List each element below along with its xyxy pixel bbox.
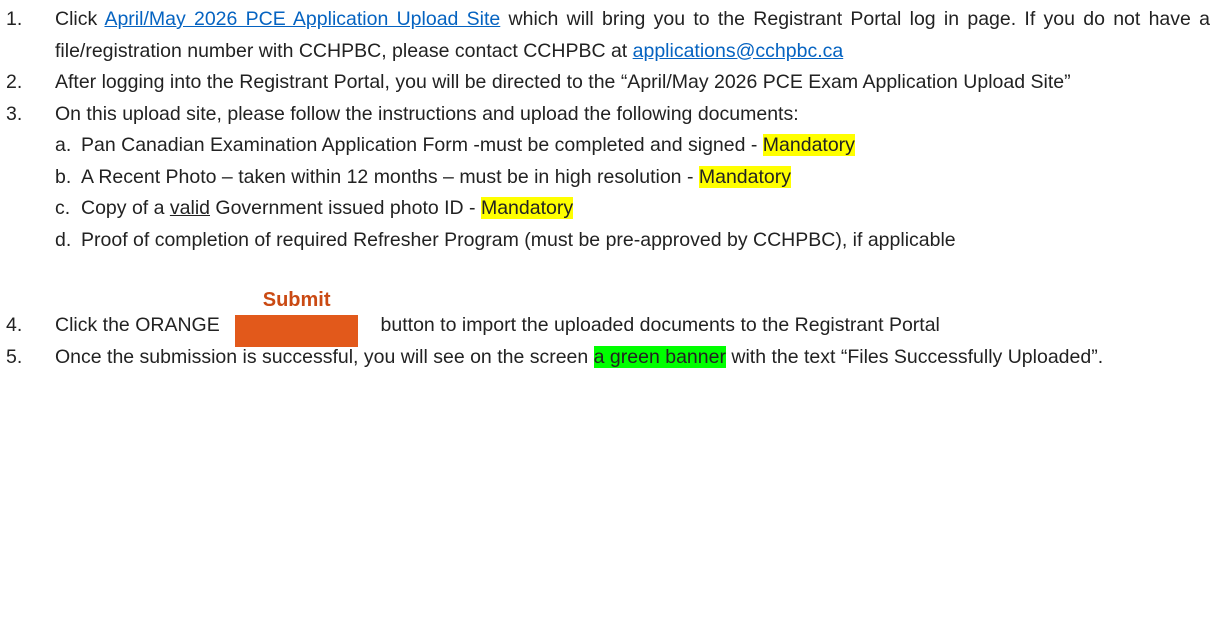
step-3-sub-a: a. Pan Canadian Examination Application F… [0,130,1210,162]
step-4: 4. Click the ORANGE Submit button to impo… [0,285,1210,347]
step-5-pre: Once the submission is successful, you w… [55,345,594,368]
mandatory-badge: Mandatory [698,165,791,188]
step-1: 1. Click April/May 2026 PCE Application U… [0,4,1210,67]
submit-button-label: Submit [235,285,359,315]
step-5: 5. Once the submission is successful, you… [0,342,1210,374]
sub-c-underlined: valid [169,197,210,219]
email-link[interactable]: applications@cchpbc.ca [633,40,844,62]
step-4-pre: Click the ORANGE [55,314,226,336]
sub-d-text: Proof of completion of required Refreshe… [81,228,956,251]
step-4-post: button to import the uploaded documents … [375,314,940,336]
sub-letter: d. [55,228,72,251]
upload-site-link[interactable]: April/May 2026 PCE Application Upload Si… [104,8,500,30]
step-1-pre: Click [55,8,105,30]
step-number: 5. [6,345,23,368]
sub-letter: c. [55,197,71,219]
step-3-sub-c: c. Copy of a valid Government issued phot… [0,193,1210,225]
step-5-post: with the text “Files Successfully Upload… [725,345,1104,368]
step-number: 1. [6,8,23,30]
step-number: 4. [6,314,23,336]
sub-a-text: Pan Canadian Examination Application For… [81,134,763,156]
mandatory-badge: Mandatory [762,134,855,156]
sub-letter: a. [55,134,72,156]
green-banner-highlight: a green banner [593,345,726,368]
step-2: 2. After logging into the Registrant Port… [0,67,1210,99]
mandatory-badge: Mandatory [480,197,574,219]
submit-slot: Submit [225,285,375,347]
step-number: 3. [6,102,23,125]
instructions-document: 1. Click April/May 2026 PCE Application U… [0,4,1210,373]
step-3-sub-d: d. Proof of completion of required Refres… [0,225,1210,257]
sub-c-post: Government issued photo ID - [210,197,481,219]
step-3: 3. On this upload site, please follow the… [0,99,1210,131]
sub-letter: b. [55,165,72,188]
step-number: 2. [6,71,23,93]
sub-c-pre: Copy of a [81,197,170,219]
submit-button[interactable]: Submit [235,285,359,347]
step-3-text: On this upload site, please follow the i… [55,102,799,125]
sub-b-text: A Recent Photo – taken within 12 months … [81,165,699,188]
step-3-sub-b: b. A Recent Photo – taken within 12 month… [0,162,1210,194]
step-2-text: After logging into the Registrant Portal… [55,71,1071,93]
